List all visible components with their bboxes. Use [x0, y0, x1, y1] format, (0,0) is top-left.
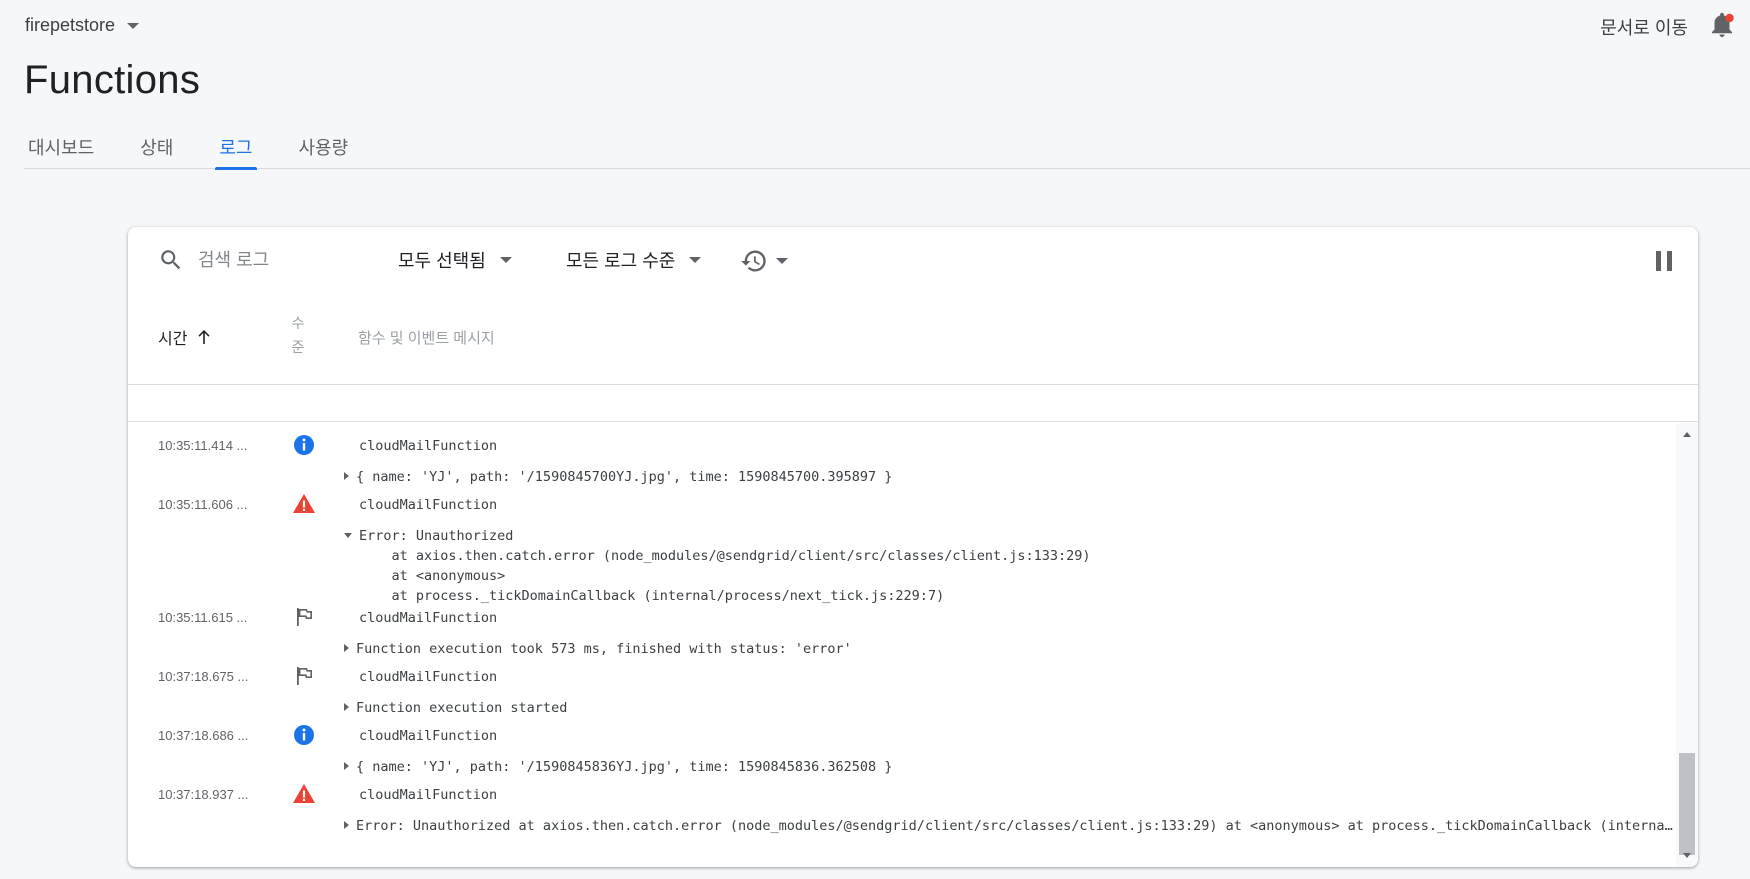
log-timestamp: 10:35:11.414 ... — [158, 438, 248, 453]
column-header-row: 시간 수 준 함수 및 이벤트 메시지 — [128, 291, 1698, 385]
flag-icon — [297, 608, 312, 626]
log-function-name: cloudMailFunction — [359, 728, 498, 744]
tab-usage[interactable]: 사용량 — [295, 122, 353, 169]
log-function-name: cloudMailFunction — [359, 787, 498, 803]
expand-arrow-icon — [344, 762, 349, 770]
log-function-name: cloudMailFunction — [359, 497, 498, 513]
log-message: Function execution took 573 ms, finished… — [356, 641, 852, 657]
log-timestamp: 10:37:18.937 ... — [158, 787, 249, 802]
expand-arrow-icon — [344, 821, 349, 829]
log-timestamp: 10:37:18.675 ... — [158, 669, 249, 684]
log-timestamp: 10:37:18.686 ... — [158, 728, 249, 743]
log-timestamp: 10:35:11.615 ... — [158, 610, 248, 625]
logs-card: 모두 선택됨 모든 로그 수준 시간 수 준 함수 — [128, 227, 1698, 867]
project-name: firepetstore — [25, 15, 116, 35]
flag-icon — [297, 667, 312, 685]
expand-arrow-icon — [344, 703, 349, 711]
info-icon — [294, 725, 314, 745]
logs-toolbar: 모두 선택됨 모든 로그 수준 — [128, 227, 1698, 291]
chevron-down-icon — [689, 257, 702, 263]
log-message-toggle[interactable]: Error: Unauthorized at axios.then.catch.… — [344, 526, 1091, 606]
log-list: 10:35:11.414 ... cloudMailFunction { nam… — [128, 423, 1676, 867]
notification-bell-icon[interactable] — [1708, 12, 1736, 40]
time-range-dropdown[interactable] — [740, 247, 788, 275]
page-title: Functions — [24, 58, 201, 102]
history-icon — [741, 250, 766, 272]
scroll-down-arrow-icon[interactable] — [1683, 853, 1691, 858]
log-message: { name: 'YJ', path: '/1590845700YJ.jpg',… — [356, 469, 893, 485]
log-message-toggle[interactable]: { name: 'YJ', path: '/1590845700YJ.jpg',… — [344, 467, 892, 487]
info-icon — [294, 435, 314, 455]
notification-dot — [1725, 13, 1734, 23]
function-filter-label: 모두 선택됨 — [398, 251, 486, 271]
time-column-header[interactable]: 시간 — [158, 325, 211, 349]
error-warning-icon — [293, 494, 315, 513]
log-timestamp: 10:35:11.606 ... — [158, 497, 248, 512]
log-message: Error: Unauthorized at axios.then.catch.… — [359, 528, 1091, 604]
log-message-toggle[interactable]: Function execution took 573 ms, finished… — [344, 639, 852, 659]
log-message-toggle[interactable]: Function execution started — [344, 698, 567, 718]
level-column-header: 수 준 — [291, 315, 305, 355]
message-column-header: 함수 및 이벤트 메시지 — [358, 330, 495, 347]
log-function-name: cloudMailFunction — [359, 610, 498, 626]
log-message-toggle[interactable]: Error: Unauthorized at axios.then.catch.… — [344, 816, 1676, 836]
top-bar: firepetstore 문서로 이동 — [0, 0, 1750, 56]
arrow-up-icon — [198, 330, 210, 344]
log-level-dropdown[interactable]: 모든 로그 수준 — [566, 247, 702, 273]
tab-bar: 대시보드 상태 로그 사용량 — [24, 122, 1750, 170]
log-level-label: 모든 로그 수준 — [566, 251, 676, 271]
log-function-name: cloudMailFunction — [359, 669, 498, 685]
search-logs-input[interactable] — [196, 245, 386, 275]
tab-health[interactable]: 상태 — [136, 122, 177, 169]
expand-arrow-icon — [344, 644, 349, 652]
expand-arrow-icon — [344, 472, 349, 480]
log-message-toggle[interactable]: { name: 'YJ', path: '/1590845836YJ.jpg',… — [344, 757, 892, 777]
log-list-scrollbar[interactable] — [1676, 423, 1698, 867]
log-message: { name: 'YJ', path: '/1590845836YJ.jpg',… — [356, 759, 893, 775]
docs-link[interactable]: 문서로 이동 — [1600, 14, 1688, 40]
function-filter-dropdown[interactable]: 모두 선택됨 — [398, 247, 512, 273]
log-function-name: cloudMailFunction — [359, 438, 498, 454]
tab-logs[interactable]: 로그 — [215, 122, 257, 170]
chevron-down-icon — [499, 257, 512, 263]
search-icon — [161, 250, 181, 270]
pause-icon — [1656, 251, 1661, 271]
scroll-up-arrow-icon[interactable] — [1683, 432, 1691, 437]
log-message: Error: Unauthorized at axios.then.catch.… — [356, 818, 1676, 834]
chevron-down-icon — [776, 258, 788, 264]
scrollbar-thumb[interactable] — [1679, 753, 1695, 855]
error-warning-icon — [293, 784, 315, 803]
collapse-arrow-icon — [344, 533, 352, 538]
chevron-down-icon — [127, 22, 140, 29]
log-message: Function execution started — [356, 700, 568, 716]
tab-dashboard[interactable]: 대시보드 — [24, 122, 98, 169]
project-selector[interactable]: firepetstore — [25, 15, 140, 36]
pause-button[interactable] — [1656, 251, 1672, 271]
log-list-top-band — [128, 386, 1698, 422]
